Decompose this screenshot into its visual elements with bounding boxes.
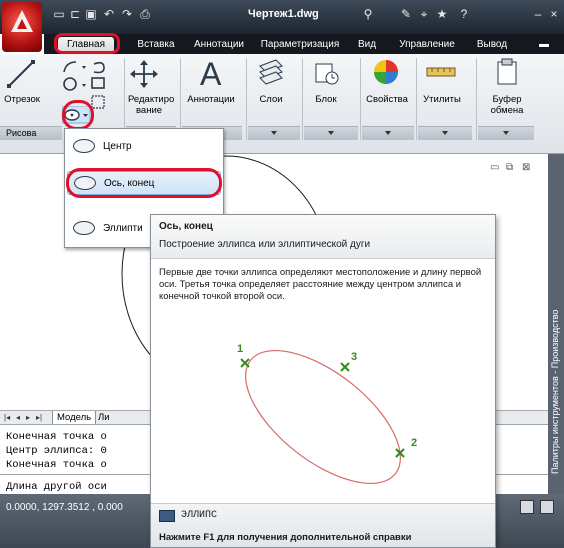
favorites-star-icon[interactable]: ★: [434, 7, 450, 21]
new-file-icon[interactable]: ▭: [52, 7, 66, 21]
tab-model[interactable]: Модель: [52, 411, 97, 425]
utilities-icon[interactable]: [426, 62, 456, 82]
line-tool-icon[interactable]: [6, 58, 36, 90]
line-tool-label: Отрезок: [4, 94, 40, 105]
help-icon[interactable]: ?: [456, 7, 472, 21]
block-label: Блок: [315, 94, 337, 105]
first-layout-icon[interactable]: |◂: [4, 413, 10, 422]
ribbon-options-icon[interactable]: ▬: [534, 37, 554, 53]
point-label-3: 3: [351, 351, 358, 363]
modify-tool-label: Редактиро вание: [128, 94, 175, 116]
minimize-icon[interactable]: –: [530, 7, 546, 21]
undo-icon[interactable]: ↶: [102, 7, 116, 21]
clipboard-icon[interactable]: [496, 58, 518, 86]
text-annotation-icon[interactable]: A: [200, 56, 221, 93]
application-menu-button[interactable]: [2, 2, 42, 52]
tool-palettes-title: Палитры инструментов - Производство: [550, 309, 560, 474]
annotations-label: Аннотации: [187, 94, 235, 105]
command-history-line: Конечная точка о: [6, 431, 107, 443]
draw-panel-title[interactable]: Рисова: [0, 126, 62, 140]
ribbon-separator: [416, 58, 417, 140]
tooltip-title: Ось, конец: [159, 221, 213, 232]
tab-insert[interactable]: Вставка: [128, 37, 184, 53]
tab-manage[interactable]: Управление: [390, 37, 464, 53]
ribbon-separator: [246, 58, 247, 140]
prev-layout-icon[interactable]: ◂: [16, 413, 20, 422]
tab-layout[interactable]: Ли: [98, 412, 110, 423]
tooltip-description: Первые две точки эллипса определяют мест…: [159, 267, 482, 302]
block-panel-expander[interactable]: [304, 126, 358, 140]
properties-icon[interactable]: [372, 58, 400, 86]
satellite-icon[interactable]: ⌖: [416, 7, 432, 22]
axis-point-marker: [340, 362, 350, 372]
last-layout-icon[interactable]: ▸|: [36, 413, 42, 422]
tooltip-command-name: ЭЛЛИПС: [181, 510, 218, 521]
print-icon[interactable]: ⎙: [138, 7, 152, 21]
axis-point-marker: [240, 358, 250, 368]
open-file-icon[interactable]: ⊏: [68, 7, 82, 21]
ribbon-separator: [302, 58, 303, 140]
status-toggle-icon[interactable]: [520, 500, 534, 514]
menu-item-center[interactable]: Центр: [67, 135, 221, 159]
layers-label: Слои: [259, 94, 283, 105]
tooltip-subtitle: Построение эллипса или эллиптической дуг…: [159, 239, 371, 250]
clipboard-label: Буфер обмена: [490, 94, 524, 116]
ellipse-tool-highlight: [62, 100, 94, 130]
tab-parametric[interactable]: Параметризация: [254, 37, 346, 53]
layers-icon[interactable]: [258, 58, 284, 86]
command-tooltip: Ось, конец Построение эллипса или эллипт…: [150, 214, 496, 548]
ribbon-tab-bar: Главная Вставка Аннотации Параметризация…: [44, 34, 564, 54]
move-icon[interactable]: [130, 60, 158, 88]
tab-output[interactable]: Вывод: [470, 37, 514, 53]
draw-panel-label: Рисова: [6, 128, 37, 138]
coordinates-readout: 0.0000, 1297.3512 , 0.000: [6, 502, 123, 513]
command-history-line: Конечная точка о: [6, 459, 107, 471]
illustration-ellipse: [245, 349, 401, 485]
elliptical-arc-icon: [73, 221, 95, 235]
tooltip-header: Ось, конец Построение эллипса или эллипт…: [151, 215, 495, 259]
viewport-minimize-icon[interactable]: ▭: [490, 162, 499, 173]
command-prompt: Длина другой оси: [6, 481, 107, 493]
save-icon[interactable]: ▣: [84, 7, 98, 21]
tools-icon[interactable]: ✎: [398, 7, 414, 21]
tab-view[interactable]: Вид: [352, 37, 382, 53]
ellipse-illustration: [240, 349, 405, 485]
viewport-restore-icon[interactable]: ⧉: [506, 162, 513, 173]
tooltip-footer: ЭЛЛИПС Нажмите F1 для получения дополнит…: [151, 503, 495, 547]
tooltip-help-hint: Нажмите F1 для получения дополнительной …: [159, 532, 412, 543]
utilities-label: Утилиты: [423, 94, 461, 105]
clean-screen-icon[interactable]: [540, 500, 554, 514]
properties-panel-expander[interactable]: [362, 126, 414, 140]
next-layout-icon[interactable]: ▸: [26, 413, 30, 422]
utilities-panel-expander[interactable]: [418, 126, 472, 140]
document-title: Чертеж1.dwg: [248, 8, 319, 20]
tool-palettes-bar[interactable]: Палитры инструментов - Производство: [548, 154, 564, 494]
command-history-line: Центр эллипса: 0: [6, 445, 107, 457]
ribbon-separator: [476, 58, 477, 140]
autocad-logo-icon: [11, 10, 33, 32]
block-icon[interactable]: [314, 60, 340, 86]
point-label-2: 2: [411, 437, 418, 449]
redo-icon[interactable]: ↷: [120, 7, 134, 21]
tab-annotate[interactable]: Аннотации: [188, 37, 250, 53]
ribbon-separator: [360, 58, 361, 140]
menu-item-label: Центр: [103, 141, 132, 152]
menu-item-label: Эллипти: [103, 223, 143, 234]
home-tab-highlight: [54, 33, 120, 54]
viewport-close-icon[interactable]: ⊠: [522, 162, 530, 173]
binoculars-icon[interactable]: ⚲: [360, 7, 376, 21]
axis-end-highlight: [66, 168, 222, 198]
point-label-1: 1: [237, 343, 244, 355]
properties-label: Свойства: [366, 94, 408, 105]
ellipse-center-icon: [73, 139, 95, 153]
layers-panel-expander[interactable]: [248, 126, 300, 140]
command-icon: [159, 510, 175, 522]
close-icon[interactable]: ×: [546, 7, 562, 21]
clipboard-panel-expander[interactable]: [478, 126, 534, 140]
